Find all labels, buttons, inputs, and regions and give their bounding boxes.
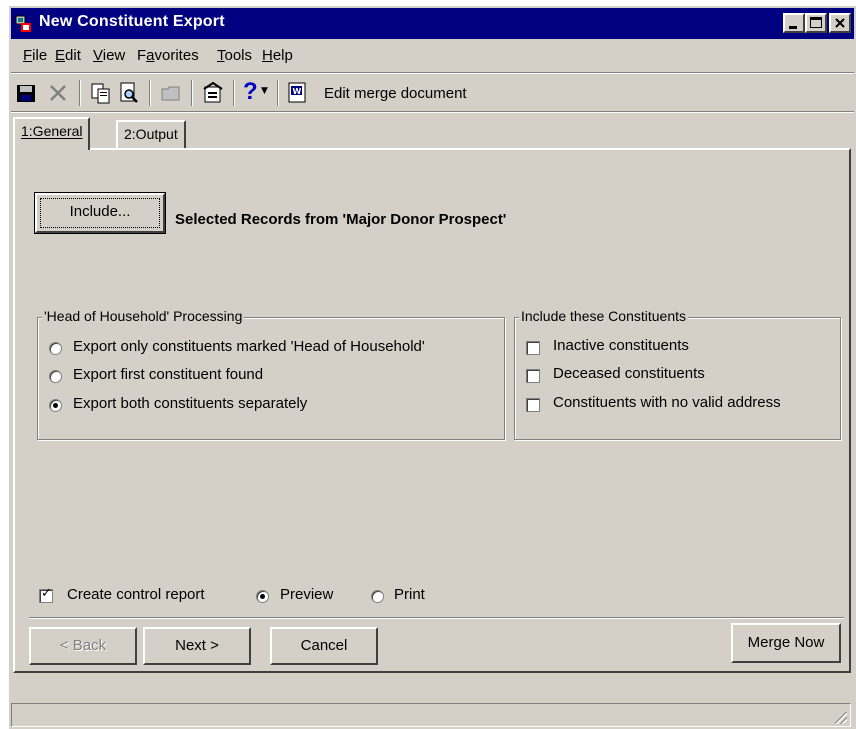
first-found-radio[interactable] bbox=[49, 370, 62, 383]
merge-now-button-label: Merge Now bbox=[747, 634, 825, 651]
menu-bar: File Edit View Favorites Tools Help bbox=[11, 42, 854, 70]
maximize-icon bbox=[810, 17, 822, 28]
cancel-button[interactable]: Cancel bbox=[270, 627, 378, 665]
preview-label[interactable]: Preview bbox=[280, 586, 333, 603]
menu-favorites[interactable]: Favorites bbox=[137, 47, 199, 64]
minimize-icon bbox=[789, 26, 797, 29]
title-bar[interactable]: New Constituent Export bbox=[11, 8, 854, 39]
menu-tools-mnemonic: T bbox=[217, 47, 225, 64]
next-button-label: Next > bbox=[175, 637, 219, 654]
tab-general-label: 1:General bbox=[21, 123, 83, 139]
hoh-option-label[interactable]: Export only constituents marked 'Head of… bbox=[73, 338, 425, 355]
menu-edit-mnemonic: E bbox=[55, 47, 66, 64]
include-button[interactable]: Include... bbox=[34, 192, 166, 234]
checkmark-icon: ✓ bbox=[41, 586, 52, 601]
edit-merge-document-label[interactable]: Edit merge document bbox=[324, 85, 467, 102]
first-found-label[interactable]: Export first constituent found bbox=[73, 366, 263, 383]
menu-help-mnemonic: H bbox=[262, 47, 273, 64]
tab-output[interactable]: 2:Output bbox=[116, 120, 186, 148]
toolbar-separator bbox=[277, 80, 279, 106]
menu-tools[interactable]: Tools bbox=[217, 47, 252, 64]
print-label[interactable]: Print bbox=[394, 586, 425, 603]
minimize-button[interactable] bbox=[783, 13, 805, 33]
radio-selected-dot bbox=[53, 403, 58, 408]
buttons-separator bbox=[29, 617, 844, 619]
window-title: New Constituent Export bbox=[39, 13, 225, 30]
maximize-button[interactable] bbox=[805, 13, 827, 33]
menu-edit[interactable]: Edit bbox=[55, 47, 81, 64]
toolbar-separator-line bbox=[11, 111, 854, 113]
cancel-button-label: Cancel bbox=[300, 637, 348, 654]
print-preview-icon[interactable] bbox=[117, 81, 141, 105]
menu-separator bbox=[11, 72, 854, 74]
preview-radio[interactable] bbox=[256, 590, 269, 603]
toolbar-separator bbox=[233, 80, 235, 106]
status-bar bbox=[11, 703, 851, 727]
toolbar: ? ▼ W Edit merge document bbox=[11, 75, 854, 111]
menu-view[interactable]: View bbox=[93, 47, 125, 64]
delete-icon[interactable] bbox=[46, 81, 70, 105]
help-dropdown-icon[interactable]: ▼ bbox=[261, 86, 268, 96]
tab-general[interactable]: 1:General bbox=[13, 117, 91, 150]
close-icon bbox=[835, 18, 845, 28]
selected-records-label: Selected Records from 'Major Donor Prosp… bbox=[175, 211, 507, 228]
control-report-checkbox[interactable]: ✓ bbox=[39, 586, 53, 603]
back-button[interactable]: < Back bbox=[29, 627, 137, 665]
word-icon[interactable]: W bbox=[286, 81, 310, 105]
resize-grip-icon[interactable] bbox=[835, 712, 847, 724]
print-radio[interactable] bbox=[371, 590, 384, 603]
menu-file-mnemonic: F bbox=[23, 47, 33, 64]
deceased-checkbox[interactable] bbox=[526, 369, 540, 383]
close-button[interactable] bbox=[829, 13, 851, 33]
both-separately-radio[interactable] bbox=[49, 399, 62, 412]
deceased-label[interactable]: Deceased constituents bbox=[553, 365, 705, 382]
toolbar-separator bbox=[79, 80, 81, 106]
radio-selected-dot bbox=[260, 594, 265, 599]
focus-rect bbox=[40, 198, 160, 228]
include-group-title: Include these Constituents bbox=[519, 308, 688, 324]
no-valid-address-checkbox[interactable] bbox=[526, 398, 540, 412]
toolbar-separator bbox=[191, 80, 193, 106]
inactive-checkbox[interactable] bbox=[526, 341, 540, 355]
app-icon bbox=[15, 15, 31, 32]
next-button[interactable]: Next > bbox=[143, 627, 251, 665]
tab-output-label: 2:Output bbox=[124, 126, 178, 142]
copy-icon[interactable] bbox=[89, 81, 113, 105]
help-icon[interactable]: ? bbox=[243, 78, 258, 106]
menu-favorites-mnemonic: a bbox=[146, 47, 155, 64]
menu-file[interactable]: File bbox=[23, 47, 47, 64]
export-window: New Constituent Export File Edit View Fa… bbox=[8, 5, 856, 729]
hoh-option-radio[interactable] bbox=[49, 342, 62, 355]
menu-help[interactable]: Help bbox=[262, 47, 293, 64]
merge-now-button[interactable]: Merge Now bbox=[731, 623, 841, 663]
toolbar-separator bbox=[149, 80, 151, 106]
hoh-group-title: 'Head of Household' Processing bbox=[42, 308, 245, 324]
back-button-label: < Back bbox=[59, 637, 107, 654]
control-report-label[interactable]: Create control report bbox=[67, 586, 205, 603]
save-icon[interactable] bbox=[14, 81, 38, 105]
both-separately-label[interactable]: Export both constituents separately bbox=[73, 395, 307, 412]
menu-view-mnemonic: V bbox=[93, 47, 103, 64]
properties-icon[interactable] bbox=[201, 81, 225, 105]
no-valid-address-label[interactable]: Constituents with no valid address bbox=[553, 394, 781, 411]
folder-icon[interactable] bbox=[159, 81, 183, 105]
inactive-label[interactable]: Inactive constituents bbox=[553, 337, 689, 354]
svg-text:W: W bbox=[293, 87, 302, 96]
